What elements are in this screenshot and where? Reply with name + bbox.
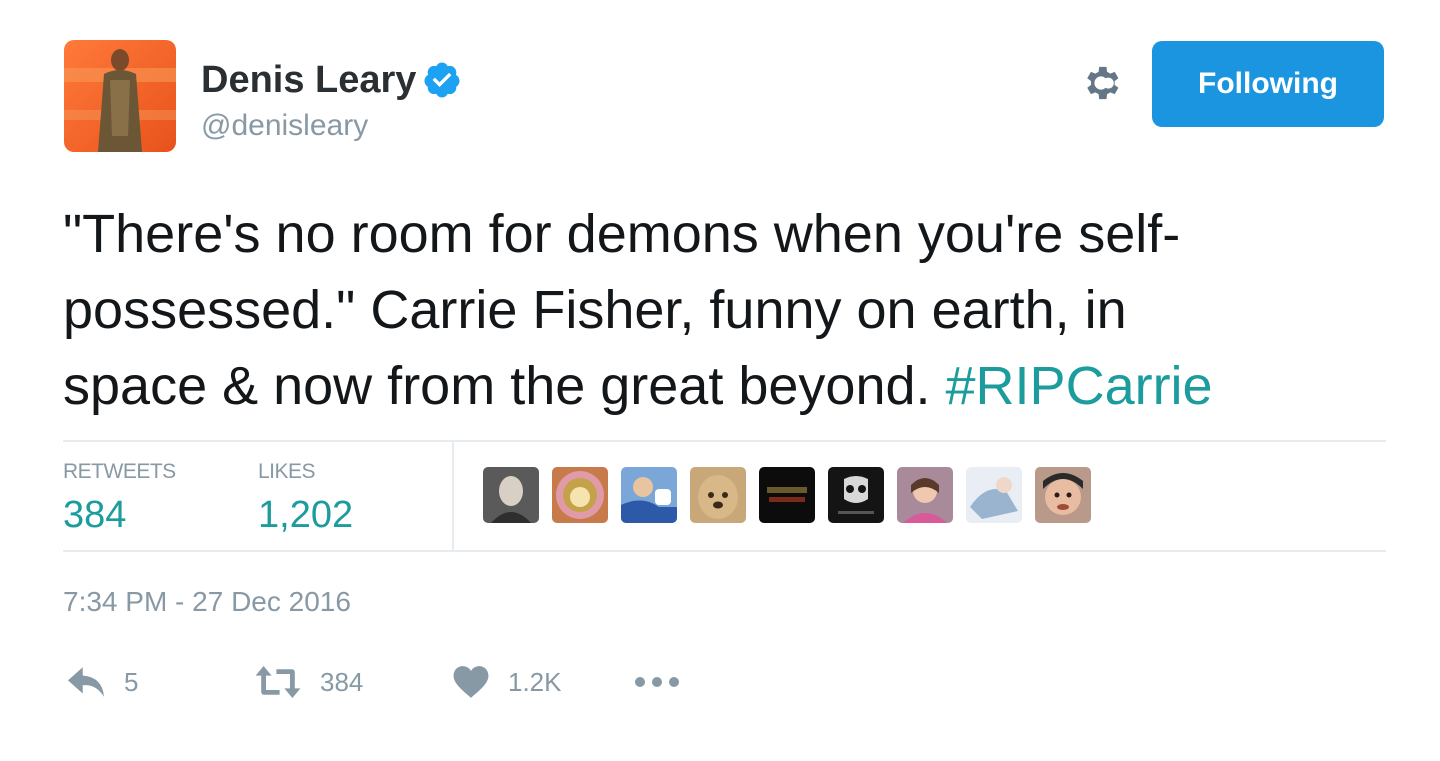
liker-avatar[interactable] — [690, 467, 746, 523]
tweet-timestamp[interactable]: 7:34 PM - 27 Dec 2016 — [63, 586, 351, 618]
hashtag-link[interactable]: #RIPCarrie — [946, 356, 1213, 416]
liker-avatar[interactable] — [621, 467, 677, 523]
gear-icon[interactable] — [1079, 61, 1123, 105]
tweet-text-line-3: space & now from the great beyond. #RIPC… — [63, 348, 1393, 424]
tweet-text-line-3-text: space & now from the great beyond. — [63, 356, 946, 416]
liker-avatar[interactable] — [552, 467, 608, 523]
heart-icon — [453, 666, 489, 698]
liker-avatar[interactable] — [483, 467, 539, 523]
stats-top-divider — [63, 440, 1386, 442]
liker-avatars — [483, 467, 1091, 523]
tweet-text-line-1: "There's no room for demons when you're … — [63, 204, 1181, 264]
tweet-text: "There's no room for demons when you're … — [63, 196, 1393, 424]
profile-avatar-image — [64, 40, 176, 152]
retweets-count[interactable]: 384 — [63, 494, 126, 537]
verified-badge-icon — [422, 60, 462, 100]
retweet-icon — [255, 666, 301, 698]
liker-avatar[interactable] — [759, 467, 815, 523]
tweet-text-line-2: possessed." Carrie Fisher, funny on eart… — [63, 280, 1127, 340]
profile-avatar[interactable] — [64, 40, 176, 152]
liker-avatar[interactable] — [828, 467, 884, 523]
stats-vertical-divider — [452, 441, 454, 551]
user-handle[interactable]: @denisleary — [201, 108, 462, 144]
reply-icon — [68, 667, 104, 697]
like-count: 1.2K — [508, 666, 562, 697]
liker-avatar[interactable] — [966, 467, 1022, 523]
retweet-count: 384 — [320, 666, 364, 697]
likes-count[interactable]: 1,202 — [258, 494, 353, 537]
retweet-button[interactable]: 384 — [254, 664, 363, 700]
like-button[interactable]: 1.2K — [452, 664, 562, 700]
reply-button[interactable]: 5 — [66, 664, 138, 700]
display-name-text: Denis Leary — [201, 59, 417, 101]
more-options-button[interactable] — [634, 676, 680, 688]
stats-bottom-divider — [63, 550, 1386, 552]
likes-label: LIKES — [258, 460, 316, 483]
retweets-label: RETWEETS — [63, 460, 176, 483]
display-name[interactable]: Denis Leary — [201, 58, 462, 102]
reply-count: 5 — [124, 666, 139, 697]
liker-avatar[interactable] — [897, 467, 953, 523]
more-dots-icon — [635, 677, 679, 687]
following-button[interactable]: Following — [1152, 41, 1384, 127]
liker-avatar[interactable] — [1035, 467, 1091, 523]
